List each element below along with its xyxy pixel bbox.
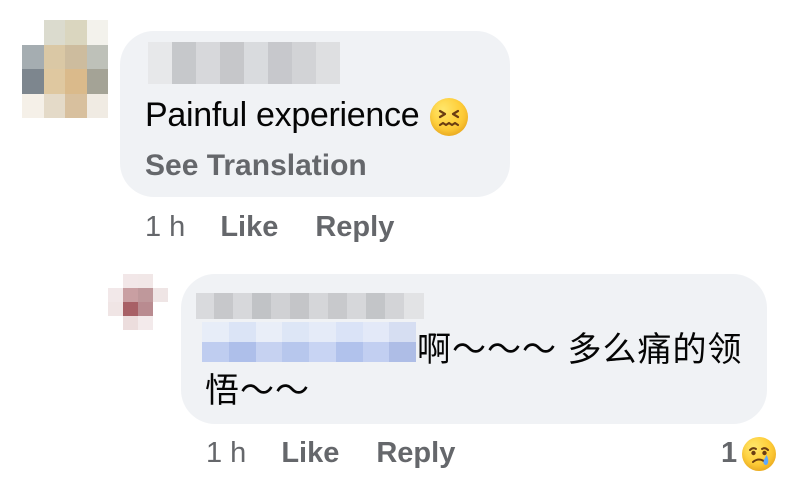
reply-comment-text-line-2: 悟～～ — [205, 372, 310, 410]
crying-face-emoji-icon[interactable] — [742, 437, 777, 471]
reply-comment-text-line-1: 啊～～～ 多么痛的领 — [417, 331, 743, 369]
persevering-face-emoji-icon — [430, 98, 469, 136]
reply-comment-reply-button[interactable]: Reply — [376, 436, 455, 470]
reply-commenter-name-blurred — [196, 293, 424, 319]
reply-text-blurred — [202, 322, 416, 362]
main-comment-reply-button[interactable]: Reply — [315, 210, 394, 244]
main-comment-text: Painful experience — [145, 94, 469, 136]
main-commenter-name-blurred — [148, 42, 340, 84]
main-comment-time[interactable]: 1 h — [145, 210, 185, 244]
reply-reaction-summary[interactable]: 1 — [721, 436, 777, 471]
reply-commenter-avatar[interactable] — [108, 274, 168, 330]
reply-comment-time[interactable]: 1 h — [206, 436, 246, 470]
main-commenter-avatar[interactable] — [22, 20, 108, 118]
reaction-count[interactable]: 1 — [721, 436, 737, 470]
main-comment-like-button[interactable]: Like — [220, 210, 278, 244]
see-translation-link[interactable]: See Translation — [145, 148, 367, 184]
main-comment-message: Painful experience — [145, 96, 420, 134]
reply-comment-like-button[interactable]: Like — [281, 436, 339, 470]
reply-comment-actions: 1 h Like Reply — [206, 436, 492, 470]
main-comment-actions: 1 h Like Reply — [145, 210, 431, 244]
comment-thread: Painful experience See Translation 1 h L… — [0, 0, 800, 480]
